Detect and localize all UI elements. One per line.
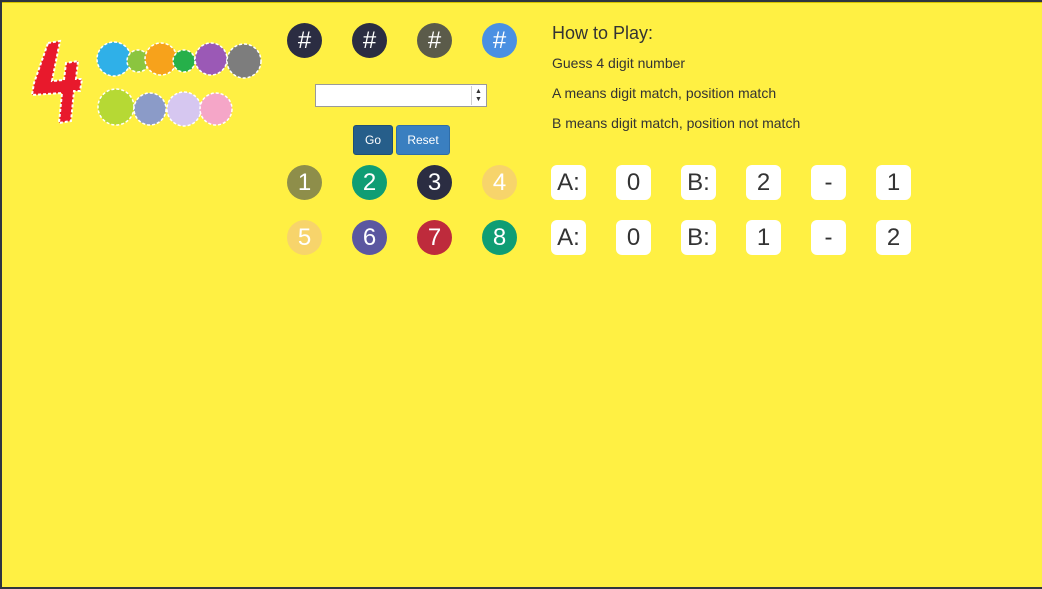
separator: - [811,165,846,200]
a-value: 0 [616,220,651,255]
guess-digit: 4 [482,165,517,200]
guess-digit: 3 [417,165,452,200]
how-to-play-line-1: Guess 4 digit number [552,55,686,71]
guess-index: 2 [876,220,911,255]
b-label: B: [681,220,716,255]
guess-digit: 6 [352,220,387,255]
secret-digit-2: # [352,23,387,58]
guess-digit: 5 [287,220,322,255]
b-label: B: [681,165,716,200]
guess-digit: 2 [352,165,387,200]
guess-index: 1 [876,165,911,200]
game-page: # # # # ▲ ▼ Go Reset How to Play: Guess … [2,2,1042,587]
a-value: 0 [616,165,651,200]
how-to-play-line-2: A means digit match, position match [552,85,777,101]
b-value: 2 [746,165,781,200]
separator: - [811,220,846,255]
b-value: 1 [746,220,781,255]
how-to-play-line-3: B means digit match, position not match [552,115,801,131]
spinner-down-icon[interactable]: ▼ [475,96,482,104]
reset-button[interactable]: Reset [396,125,450,155]
guess-digit: 1 [287,165,322,200]
game-logo [30,39,262,127]
number-spinner[interactable]: ▲ ▼ [471,86,485,105]
secret-digit-1: # [287,23,322,58]
how-to-play-title: How to Play: [552,23,654,43]
go-button[interactable]: Go [353,125,393,155]
a-label: A: [551,165,586,200]
spinner-up-icon[interactable]: ▲ [475,88,482,96]
guess-input[interactable]: ▲ ▼ [315,84,487,107]
a-label: A: [551,220,586,255]
secret-digit-3: # [417,23,452,58]
guess-digit: 7 [417,220,452,255]
guess-digit: 8 [482,220,517,255]
secret-digit-4: # [482,23,517,58]
